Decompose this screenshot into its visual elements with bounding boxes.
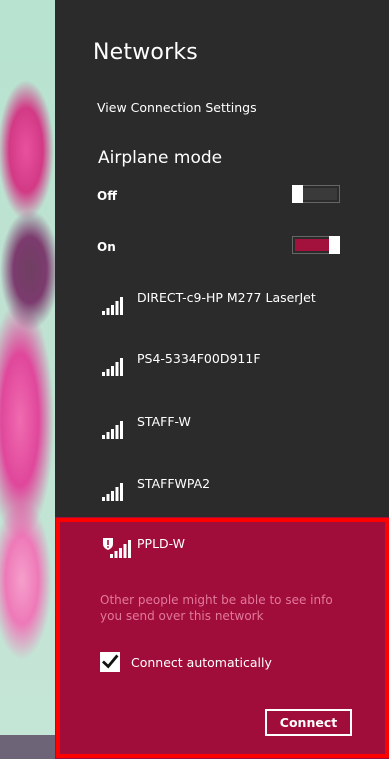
- wifi-signal-icon: [102, 358, 124, 380]
- connect-automatically-label: Connect automatically: [131, 655, 272, 670]
- network-item-staffwpa2[interactable]: STAFFWPA2: [100, 476, 370, 506]
- view-connection-settings-link[interactable]: View Connection Settings: [97, 100, 257, 115]
- checkbox-box[interactable]: [100, 652, 120, 672]
- panel-title: Networks: [93, 40, 198, 65]
- connect-button[interactable]: Connect: [265, 709, 352, 736]
- network-name: STAFF-W: [137, 414, 191, 429]
- selected-network-name: PPLD-W: [137, 536, 186, 551]
- network-name: DIRECT-c9-HP M277 LaserJet: [137, 290, 316, 305]
- selected-network-header[interactable]: PPLD-W: [100, 534, 360, 560]
- airplane-on-label: On: [97, 240, 116, 254]
- wifi-unsecured-icon: [102, 538, 132, 562]
- security-warning-text: Other people might be able to see info y…: [100, 593, 333, 623]
- airplane-off-label: Off: [97, 189, 117, 203]
- network-item-direct-c9-hp[interactable]: DIRECT-c9-HP M277 LaserJet: [100, 290, 370, 320]
- airplane-mode-title: Airplane mode: [98, 148, 223, 168]
- wifi-signal-icon: [102, 421, 124, 443]
- network-name: PS4-5334F00D911F: [137, 351, 261, 366]
- selected-network-panel: PPLD-W Other people might be able to see…: [55, 517, 389, 759]
- wifi-signal-icon: [102, 483, 124, 505]
- taskbar-edge: [0, 735, 55, 759]
- network-item-staff-w[interactable]: STAFF-W: [100, 414, 370, 444]
- network-name: STAFFWPA2: [137, 476, 211, 491]
- desktop-wallpaper: [0, 0, 55, 759]
- toggle-thumb: [329, 236, 340, 254]
- network-item-ps4[interactable]: PS4-5334F00D911F: [100, 351, 370, 381]
- networks-panel: Networks View Connection Settings Airpla…: [55, 0, 389, 759]
- airplane-off-toggle[interactable]: [292, 185, 340, 203]
- checkmark-icon: [102, 654, 119, 669]
- airplane-on-toggle[interactable]: [292, 236, 340, 254]
- wifi-signal-icon: [102, 297, 124, 319]
- toggle-thumb: [292, 185, 303, 203]
